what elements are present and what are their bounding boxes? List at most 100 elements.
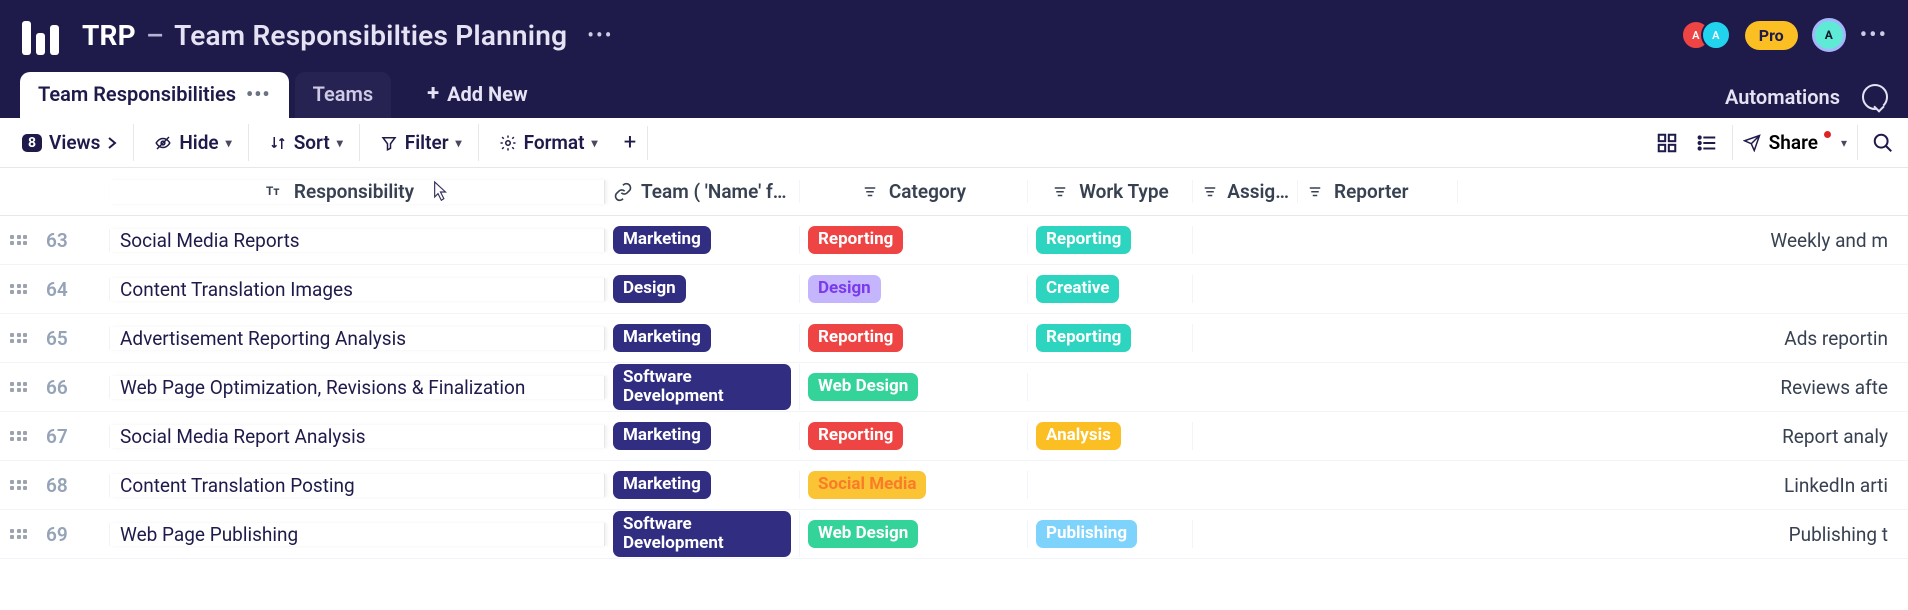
- row-number: 69: [46, 523, 68, 546]
- cell-category[interactable]: Reporting: [800, 422, 1028, 450]
- row-handle[interactable]: 65: [0, 327, 110, 350]
- hide-button[interactable]: Hide ▾: [142, 124, 248, 161]
- cell-worktype[interactable]: Reporting: [1028, 226, 1193, 254]
- drag-icon[interactable]: [10, 284, 28, 294]
- cell-category[interactable]: Reporting: [800, 324, 1028, 352]
- table-row[interactable]: 69 Web Page PublishingSoftware Developmen…: [0, 510, 1908, 559]
- team-tag: Marketing: [613, 471, 711, 499]
- table-row[interactable]: 63Social Media ReportsMarketingReporting…: [0, 216, 1908, 265]
- col-assignee[interactable]: Assig…: [1193, 180, 1298, 203]
- table-row[interactable]: 68Content Translation Posting Marketing So…: [0, 461, 1908, 510]
- cell-responsibility[interactable]: Content Translation Images: [110, 278, 605, 301]
- format-button[interactable]: Format ▾: [487, 124, 610, 161]
- comments-icon[interactable]: [1862, 84, 1888, 110]
- cell-extra[interactable]: Reviews afte: [1458, 376, 1888, 399]
- table-row[interactable]: 64Content Translation ImagesDesignDesign…: [0, 265, 1908, 314]
- col-team[interactable]: Team ( 'Name' f…: [605, 180, 800, 203]
- row-number: 64: [46, 278, 68, 301]
- column-label: Responsibility: [294, 180, 414, 203]
- grid-view-icon[interactable]: [1652, 128, 1682, 158]
- add-tool-button[interactable]: +: [614, 126, 648, 160]
- header-more-icon[interactable]: •••: [1860, 23, 1888, 48]
- tab-more-icon[interactable]: •••: [246, 82, 271, 106]
- header-right: A A Pro A •••: [1681, 18, 1888, 52]
- row-handle[interactable]: 64: [0, 278, 110, 301]
- col-reporter[interactable]: Reporter: [1298, 180, 1458, 203]
- row-handle[interactable]: 66: [0, 376, 110, 399]
- title-more-icon[interactable]: •••: [587, 23, 613, 47]
- row-handle[interactable]: 69: [0, 523, 110, 546]
- search-icon[interactable]: [1868, 128, 1898, 158]
- cell-worktype[interactable]: Reporting: [1028, 324, 1193, 352]
- filter-button[interactable]: Filter ▾: [368, 124, 479, 161]
- cell-category[interactable]: Reporting: [800, 226, 1028, 254]
- cell-extra[interactable]: Publishing t: [1458, 523, 1888, 546]
- cell-extra[interactable]: LinkedIn arti: [1458, 474, 1888, 497]
- drag-icon[interactable]: [10, 529, 28, 539]
- row-handle[interactable]: 68: [0, 474, 110, 497]
- app-header: TRP – Team Responsibilties Planning ••• …: [0, 0, 1908, 70]
- list-view-icon[interactable]: [1692, 128, 1722, 158]
- cell-responsibility[interactable]: Social Media Reports: [110, 229, 605, 252]
- cell-team[interactable]: Marketing: [605, 422, 800, 450]
- column-label: Category: [889, 180, 966, 203]
- cell-team[interactable]: Software Development: [605, 364, 800, 410]
- drag-icon[interactable]: [10, 480, 28, 490]
- table-row[interactable]: 65Advertisement Reporting AnalysisMarket…: [0, 314, 1908, 363]
- cell-team[interactable]: Marketing: [605, 226, 800, 254]
- cell-responsibility[interactable]: Social Media Report Analysis: [110, 425, 605, 448]
- user-avatar[interactable]: A: [1812, 18, 1846, 52]
- cell-category[interactable]: Web Design: [800, 373, 1028, 401]
- cell-worktype[interactable]: Publishing: [1028, 520, 1193, 548]
- tab-teams[interactable]: Teams: [295, 72, 392, 118]
- cell-category[interactable]: Design: [800, 275, 1028, 303]
- select-icon: [861, 182, 881, 202]
- views-label: Views: [49, 131, 100, 154]
- cell-team[interactable]: Design: [605, 275, 800, 303]
- row-handle[interactable]: 63: [0, 229, 110, 252]
- col-responsibility[interactable]: Tт Responsibility: [110, 180, 605, 204]
- drag-icon[interactable]: [10, 235, 28, 245]
- tab-label: Team Responsibilities: [38, 82, 236, 106]
- views-button[interactable]: 8 Views: [10, 124, 134, 161]
- cell-category[interactable]: Social Media: [800, 471, 1028, 499]
- plus-icon: +: [427, 83, 439, 105]
- row-number: 63: [46, 229, 68, 252]
- cell-team[interactable]: Marketing: [605, 471, 800, 499]
- cell-team[interactable]: Marketing: [605, 324, 800, 352]
- page-title[interactable]: TRP – Team Responsibilties Planning: [82, 19, 567, 52]
- cell-worktype[interactable]: Analysis: [1028, 422, 1193, 450]
- worktype-tag: Creative: [1036, 275, 1119, 303]
- table-row[interactable]: 67Social Media Report AnalysisMarketingR…: [0, 412, 1908, 461]
- drag-icon[interactable]: [10, 382, 28, 392]
- tab-team-responsibilities[interactable]: Team Responsibilities •••: [20, 72, 289, 118]
- drag-icon[interactable]: [10, 333, 28, 343]
- cell-extra[interactable]: Report analy: [1458, 425, 1888, 448]
- row-handle[interactable]: 67: [0, 425, 110, 448]
- tab-label: Teams: [313, 82, 374, 106]
- cell-extra[interactable]: Ads reportin: [1458, 327, 1888, 350]
- col-category[interactable]: Category: [800, 180, 1028, 203]
- pro-badge[interactable]: Pro: [1745, 21, 1798, 50]
- cell-category[interactable]: Web Design: [800, 520, 1028, 548]
- cell-team[interactable]: Software Development: [605, 511, 800, 557]
- cell-extra[interactable]: Weekly and m: [1458, 229, 1888, 252]
- drag-icon[interactable]: [10, 431, 28, 441]
- worktype-tag: Publishing: [1036, 520, 1137, 548]
- col-worktype[interactable]: Work Type: [1028, 180, 1193, 203]
- automations-button[interactable]: Automations: [1725, 85, 1840, 109]
- presence-avatars[interactable]: A A: [1681, 20, 1731, 50]
- sort-label: Sort: [294, 131, 330, 154]
- sort-button[interactable]: Sort ▾: [257, 124, 360, 161]
- share-button[interactable]: Share ▾: [1732, 125, 1858, 160]
- avatar[interactable]: A: [1701, 20, 1731, 50]
- column-label: Work Type: [1079, 180, 1169, 203]
- tab-add-new[interactable]: + Add New: [409, 72, 546, 118]
- cell-responsibility[interactable]: Web Page Publishing: [110, 523, 605, 546]
- table-row[interactable]: 66Web Page Optimization, Revisions & Fin…: [0, 363, 1908, 412]
- cell-responsibility[interactable]: Web Page Optimization, Revisions & Final…: [110, 376, 605, 399]
- select-icon: [1306, 182, 1326, 202]
- cell-responsibility[interactable]: Advertisement Reporting Analysis: [110, 327, 605, 350]
- cell-worktype[interactable]: Creative: [1028, 275, 1193, 303]
- cell-responsibility[interactable]: Content Translation Posting: [110, 474, 605, 497]
